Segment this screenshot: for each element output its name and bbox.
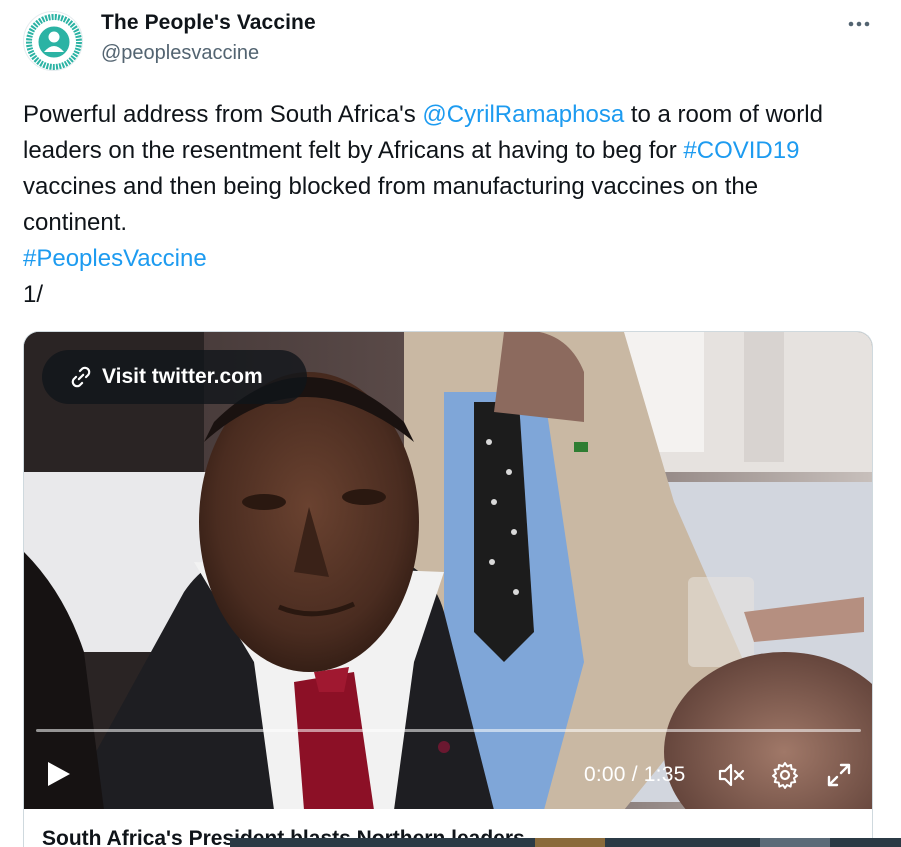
play-button[interactable] bbox=[42, 758, 74, 790]
hashtag-link[interactable]: #COVID19 bbox=[683, 137, 799, 164]
overlay-strip-segment bbox=[535, 838, 605, 847]
hashtag-link[interactable]: #PeoplesVaccine bbox=[23, 245, 207, 272]
tweet: The People's Vaccine @peoplesvaccine Pow… bbox=[0, 0, 901, 847]
tweet-text: Powerful address from South Africa's @Cy… bbox=[23, 97, 843, 313]
visit-site-button[interactable]: Visit twitter.com bbox=[42, 350, 307, 404]
gear-icon bbox=[772, 762, 798, 789]
more-options-button[interactable] bbox=[845, 12, 873, 36]
volume-muted-icon bbox=[718, 763, 745, 787]
thread-marker: 1/ bbox=[23, 281, 44, 308]
tweet-text-part: Powerful address from South Africa's bbox=[23, 101, 423, 128]
author-name[interactable]: The People's Vaccine bbox=[101, 11, 316, 35]
peoples-vaccine-logo-icon bbox=[25, 13, 82, 70]
video-time: 0:00 / 1:35 bbox=[584, 763, 686, 786]
expand-icon bbox=[827, 763, 851, 787]
visit-site-label: Visit twitter.com bbox=[102, 365, 263, 388]
avatar[interactable] bbox=[23, 11, 83, 71]
video-player[interactable]: Visit twitter.com 0:00 / 1:35 bbox=[23, 331, 873, 809]
mute-button[interactable] bbox=[716, 760, 746, 790]
overlay-strip-segment bbox=[760, 838, 830, 847]
settings-button[interactable] bbox=[770, 760, 800, 790]
video-progress-bar[interactable] bbox=[36, 729, 861, 732]
author-handle[interactable]: @peoplesvaccine bbox=[101, 42, 259, 65]
fullscreen-button[interactable] bbox=[824, 760, 854, 790]
overlay-strip bbox=[230, 838, 901, 847]
tweet-text-part: vaccines and then being blocked from man… bbox=[23, 173, 759, 236]
mention-link[interactable]: @CyrilRamaphosa bbox=[422, 101, 624, 128]
more-horizontal-icon bbox=[848, 21, 870, 27]
link-icon bbox=[71, 366, 91, 388]
play-icon bbox=[48, 762, 70, 786]
